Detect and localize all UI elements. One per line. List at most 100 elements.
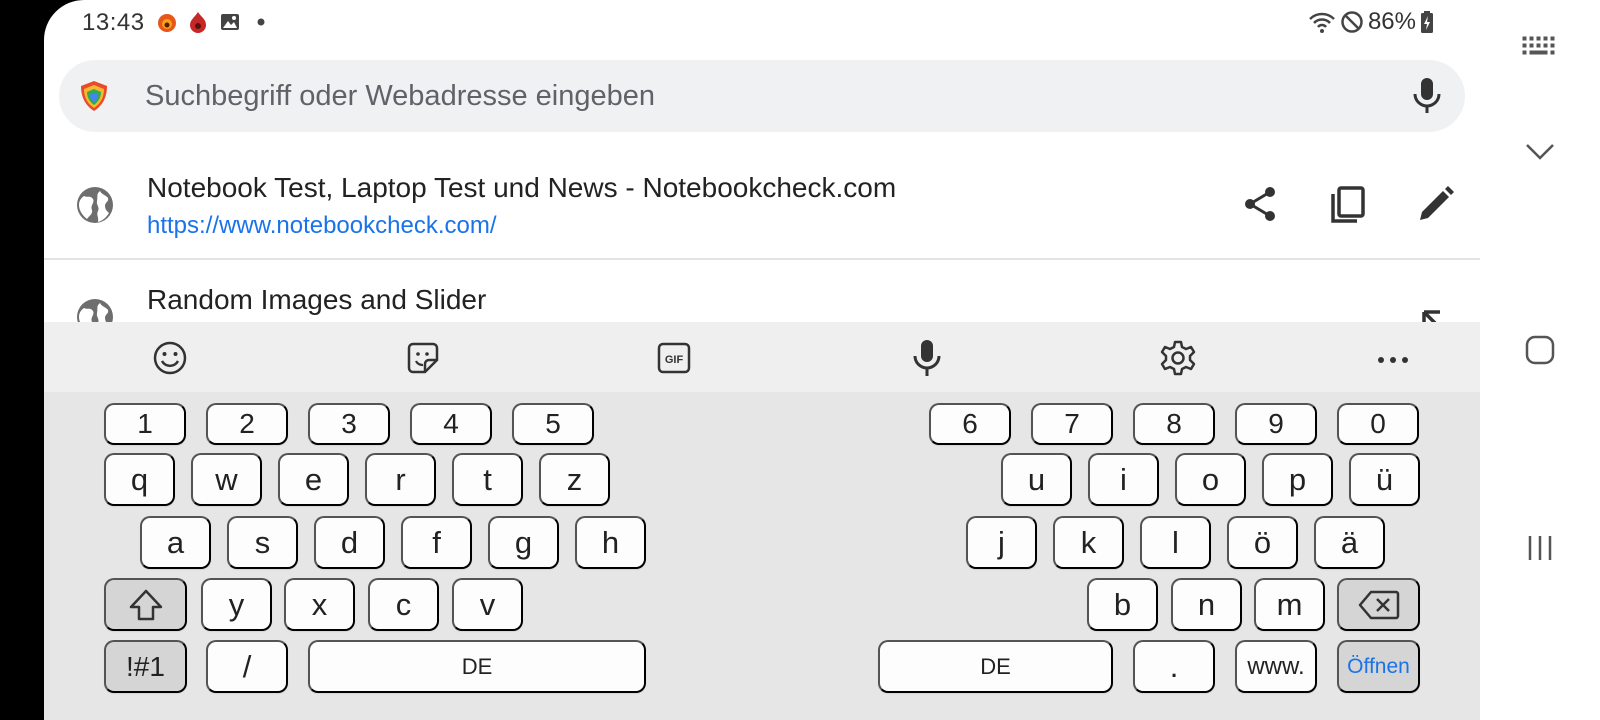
key-q[interactable]: q xyxy=(104,453,175,506)
key-4[interactable]: 4 xyxy=(410,403,492,445)
copy-icon xyxy=(1331,186,1365,223)
space-key-left[interactable]: DE xyxy=(308,640,646,693)
suggestion-title: Random Images and Slider xyxy=(147,284,487,315)
mic-icon xyxy=(913,340,941,376)
gif-button[interactable]: GIF xyxy=(653,337,695,379)
home-square-icon xyxy=(1525,335,1555,365)
share-button[interactable] xyxy=(1236,180,1284,228)
keyboard-settings-button[interactable] xyxy=(1157,337,1199,379)
edit-button[interactable] xyxy=(1412,180,1460,228)
recent-apps-icon xyxy=(1528,536,1552,560)
key-b[interactable]: b xyxy=(1087,578,1158,631)
emoji-icon xyxy=(153,341,187,375)
hide-keyboard-button[interactable] xyxy=(1504,116,1576,188)
key-o[interactable]: o xyxy=(1175,453,1246,506)
key-7[interactable]: 7 xyxy=(1031,403,1113,445)
key-5[interactable]: 5 xyxy=(512,403,594,445)
key-9[interactable]: 9 xyxy=(1235,403,1317,445)
space-key-right[interactable]: DE xyxy=(878,640,1113,693)
key-h[interactable]: h xyxy=(575,516,646,569)
emoji-button[interactable] xyxy=(149,337,191,379)
suggestion-url: https://www.notebookcheck.com/ xyxy=(147,212,497,239)
gif-label: GIF xyxy=(665,354,684,366)
key-1[interactable]: 1 xyxy=(104,403,186,445)
key-y[interactable]: y xyxy=(201,578,272,631)
gear-icon xyxy=(1160,340,1196,376)
share-icon xyxy=(1245,187,1275,221)
status-icons: 86% xyxy=(1308,8,1434,36)
battery-percent: 86% xyxy=(1367,8,1416,35)
key-f[interactable]: f xyxy=(401,516,472,569)
sticker-button[interactable] xyxy=(402,337,444,379)
home-button[interactable] xyxy=(1504,314,1576,386)
key-r[interactable]: r xyxy=(365,453,436,506)
key-z[interactable]: z xyxy=(539,453,610,506)
chevron-down-icon xyxy=(1526,144,1554,160)
key-m[interactable]: m xyxy=(1254,578,1325,631)
backspace-icon xyxy=(1358,590,1399,619)
battery-charging-icon xyxy=(1421,11,1433,33)
key-oe[interactable]: ö xyxy=(1227,516,1298,569)
www-key[interactable]: www. xyxy=(1235,640,1317,693)
key-3[interactable]: 3 xyxy=(308,403,390,445)
image-notification-icon xyxy=(221,14,239,30)
more-notifications-dot-icon xyxy=(257,18,265,26)
url-bar[interactable] xyxy=(59,60,1465,132)
key-ue[interactable]: ü xyxy=(1349,453,1420,506)
recent-apps-button[interactable] xyxy=(1504,512,1576,584)
key-8[interactable]: 8 xyxy=(1133,403,1215,445)
key-p[interactable]: p xyxy=(1262,453,1333,506)
key-x[interactable]: x xyxy=(284,578,355,631)
key-s[interactable]: s xyxy=(227,516,298,569)
period-key[interactable]: . xyxy=(1133,640,1215,693)
more-horizontal-icon xyxy=(1378,357,1408,363)
copy-button[interactable] xyxy=(1324,180,1372,228)
backspace-key[interactable] xyxy=(1337,578,1420,631)
key-6[interactable]: 6 xyxy=(929,403,1011,445)
wifi-icon xyxy=(1309,12,1335,33)
key-g[interactable]: g xyxy=(488,516,559,569)
keyboard-icon xyxy=(1522,36,1555,55)
key-c[interactable]: c xyxy=(368,578,439,631)
key-w[interactable]: w xyxy=(191,453,262,506)
key-n[interactable]: n xyxy=(1171,578,1242,631)
suggestion-title: Notebook Test, Laptop Test und News - No… xyxy=(147,172,897,203)
key-a[interactable]: a xyxy=(140,516,211,569)
do-not-disturb-icon xyxy=(1341,11,1363,33)
pencil-icon xyxy=(1420,186,1454,220)
key-v[interactable]: v xyxy=(452,578,523,631)
key-d[interactable]: d xyxy=(314,516,385,569)
shift-arrow-icon xyxy=(129,589,162,620)
gif-icon: GIF xyxy=(657,342,691,374)
voice-search-mic-icon[interactable] xyxy=(1409,76,1445,116)
key-k[interactable]: k xyxy=(1053,516,1124,569)
search-input[interactable] xyxy=(145,76,1385,116)
soft-keyboard: GIF 1 2 3 4 5 6 7 8 9 0 q w e r t z u i … xyxy=(44,322,1480,720)
key-0[interactable]: 0 xyxy=(1337,403,1419,445)
device-screen: 13:43 86% Suchbegriff oder Webadresse ei… xyxy=(0,0,1600,720)
sticker-icon xyxy=(407,342,439,374)
keyboard-switch-button[interactable] xyxy=(1504,10,1576,82)
globe-icon xyxy=(77,187,113,223)
browser-shield-logo-icon xyxy=(81,81,107,111)
voice-input-button[interactable] xyxy=(906,337,948,379)
key-u[interactable]: u xyxy=(1001,453,1072,506)
symbols-key[interactable]: !#1 xyxy=(104,640,187,693)
clock: 13:43 xyxy=(82,9,145,36)
suggestion-item[interactable]: Notebook Test, Laptop Test und News - No… xyxy=(44,148,1480,260)
key-ae[interactable]: ä xyxy=(1314,516,1385,569)
key-e[interactable]: e xyxy=(278,453,349,506)
open-enter-key[interactable]: Öffnen xyxy=(1337,640,1420,693)
key-j[interactable]: j xyxy=(966,516,1037,569)
key-l[interactable]: l xyxy=(1140,516,1211,569)
key-2[interactable]: 2 xyxy=(206,403,288,445)
more-options-button[interactable] xyxy=(1372,337,1414,379)
key-t[interactable]: t xyxy=(452,453,523,506)
browser-content: 13:43 86% Suchbegriff oder Webadresse ei… xyxy=(44,0,1480,720)
keyboard-toolbar: GIF xyxy=(44,322,1480,392)
fire-app-notification-icon xyxy=(190,12,206,33)
fire-notification-icon xyxy=(158,14,176,32)
shift-key[interactable] xyxy=(104,578,187,631)
key-i[interactable]: i xyxy=(1088,453,1159,506)
slash-key[interactable]: / xyxy=(206,640,288,693)
